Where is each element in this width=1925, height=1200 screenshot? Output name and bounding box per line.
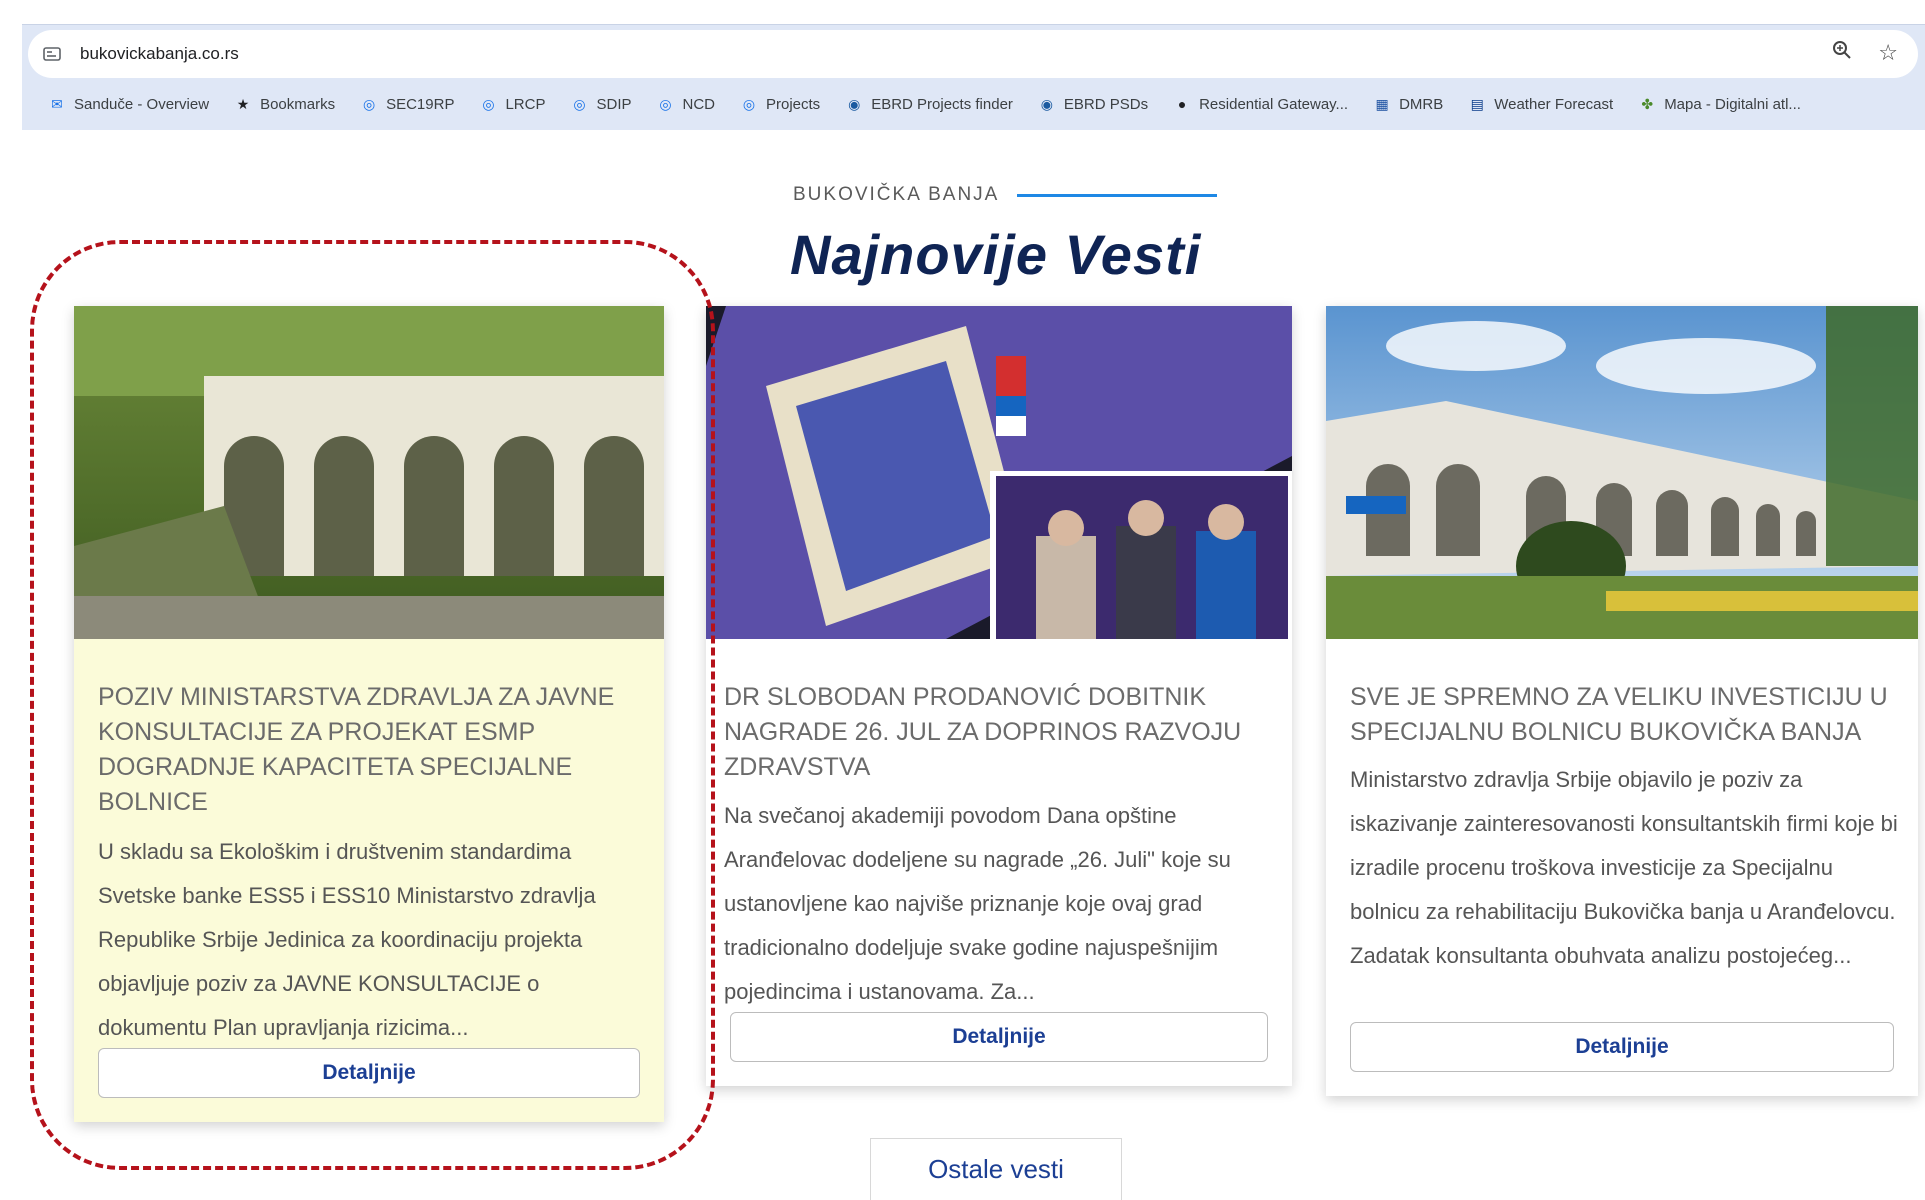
star-icon: ★ [236,95,250,112]
dmrb-icon: ▦ [1375,95,1389,112]
news-card-excerpt: Na svečanoj akademiji povodom Dana opšti… [724,803,1231,1004]
globe-icon: ◎ [659,95,672,112]
news-card-image[interactable] [706,306,1292,639]
bookmark-item[interactable]: ✉ Sanduče - Overview [48,95,209,113]
residential-icon: ● [1177,96,1187,112]
section-eyebrow: BUKOVIČKA BANJA [793,184,1218,206]
bookmark-item[interactable]: ◎ NCD [657,95,716,113]
news-card-excerpt: Ministarstvo zdravlja Srbije objavilo je… [1350,767,1898,968]
bookmark-label: SEC19RP [386,95,455,113]
news-card-image[interactable] [1326,306,1918,639]
mail-icon: ✉ [51,95,63,112]
bookmark-label: NCD [682,95,716,113]
bookmark-label: Projects [766,95,821,113]
globe-icon: ◎ [573,95,586,112]
bookmark-label: Weather Forecast [1494,95,1614,113]
bookmark-star-icon[interactable]: ☆ [1878,40,1898,66]
bookmark-label: EBRD Projects finder [871,95,1013,113]
more-news-button[interactable]: Ostale vesti [870,1138,1122,1200]
bookmark-item[interactable]: ✤ Mapa - Digitalni atl... [1638,95,1801,113]
details-button[interactable]: Detaljnije [730,1012,1268,1062]
url-text[interactable]: bukovickabanja.co.rs [80,44,239,64]
news-card-headline[interactable]: POZIV MINISTARSTVA ZDRAVLJA ZA JAVNE KON… [98,680,640,820]
bookmark-label: LRCP [505,95,546,113]
bookmark-item[interactable]: ◎ Projects [740,95,820,113]
ebrd-icon: ◉ [1040,95,1054,112]
bookmark-item[interactable]: ◉ EBRD Projects finder [845,95,1013,113]
bookmark-label: Residential Gateway... [1199,95,1349,113]
address-bar[interactable]: bukovickabanja.co.rs ☆ [28,30,1918,78]
bookmark-label: DMRB [1399,95,1444,113]
globe-icon: ◎ [742,95,756,112]
bookmark-item[interactable]: ● Residential Gateway... [1173,95,1348,113]
eyebrow-accent-line [1017,193,1218,197]
bookmarks-bar: ✉ Sanduče - Overview ★ Bookmarks ◎ SEC19RP ◎ LR… [22,86,1925,122]
bookmark-label: Bookmarks [260,95,336,113]
map-icon: ✤ [1641,95,1654,112]
globe-icon: ◎ [482,95,495,112]
bookmark-label: Sanduče - Overview [74,95,210,113]
news-card-image[interactable] [74,306,664,639]
bookmark-item[interactable]: ◎ LRCP [479,95,545,113]
bookmark-item[interactable]: ▦ DMRB [1373,95,1443,113]
bookmark-item[interactable]: ◎ SDIP [570,95,631,113]
weather-icon: ▤ [1470,95,1484,112]
bookmark-label: SDIP [596,95,632,113]
bookmark-label: Mapa - Digitalni atl... [1664,95,1801,113]
news-card-headline[interactable]: DR SLOBODAN PRODANOVIĆ DOBITNIK NAGRADE … [724,680,1262,785]
news-card[interactable]: SVE JE SPREMNO ZA VELIKU INVESTICIJU U S… [1326,306,1918,1096]
details-button[interactable]: Detaljnije [1350,1022,1894,1072]
globe-icon: ◎ [362,95,376,112]
eyebrow-text: BUKOVIČKA BANJA [793,184,1000,205]
bookmark-item[interactable]: ★ Bookmarks [234,95,335,113]
news-card-headline[interactable]: SVE JE SPREMNO ZA VELIKU INVESTICIJU U S… [1350,680,1894,750]
news-card[interactable]: POZIV MINISTARSTVA ZDRAVLJA ZA JAVNE KON… [74,306,664,1122]
zoom-icon[interactable] [1832,40,1852,66]
page-title: Najnovije Vesti [790,223,1202,286]
news-card-excerpt: U skladu sa Ekološkim i društvenim stand… [98,839,596,1040]
news-card[interactable]: DR SLOBODAN PRODANOVIĆ DOBITNIK NAGRADE … [706,306,1292,1086]
bookmark-item[interactable]: ◎ SEC19RP [360,95,454,113]
ebrd-icon: ◉ [848,95,861,112]
site-info-icon[interactable] [40,42,64,66]
bookmark-label: EBRD PSDs [1063,95,1149,113]
bookmark-item[interactable]: ◉ EBRD PSDs [1038,95,1148,113]
details-button[interactable]: Detaljnije [98,1048,640,1098]
bookmark-item[interactable]: ▤ Weather Forecast [1468,95,1614,113]
